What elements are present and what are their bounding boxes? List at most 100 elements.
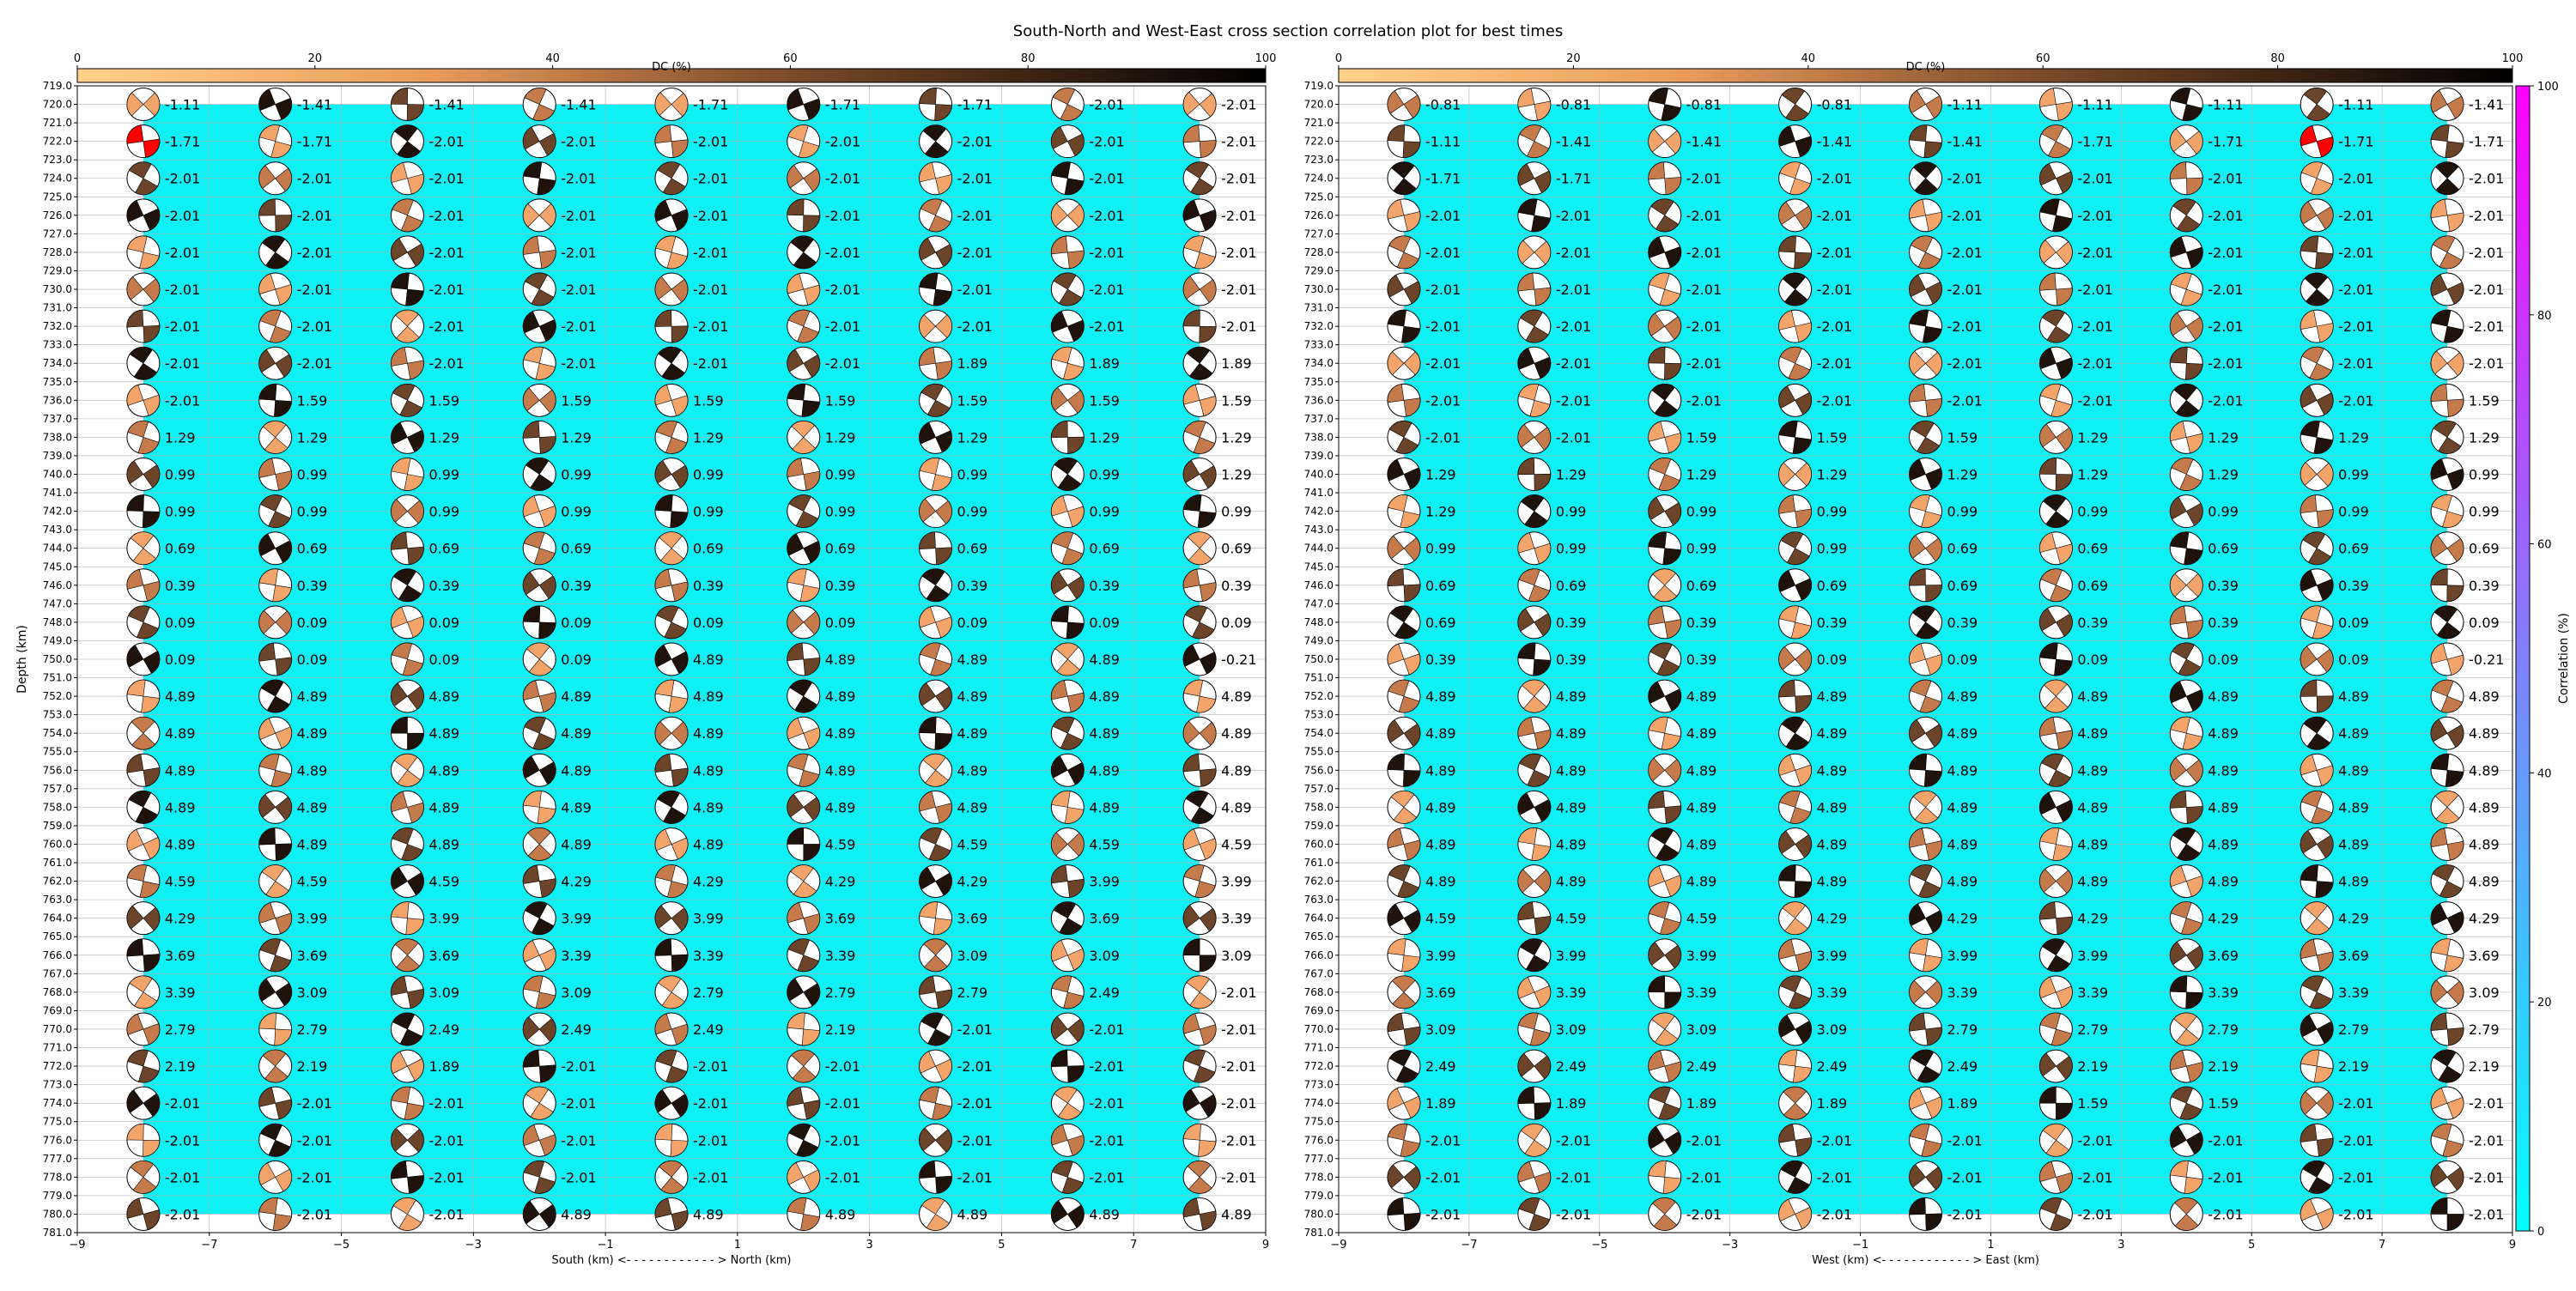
beachball [2300, 161, 2334, 196]
beachball-label: -2.01 [1425, 1169, 1461, 1185]
beachball-label: 1.59 [297, 392, 328, 409]
beachball [1909, 716, 1942, 750]
beachball [522, 1012, 556, 1046]
beachball-label: -1.41 [1686, 134, 1722, 150]
x-tick-label: −5 [333, 1239, 349, 1252]
beachball-label: 0.09 [428, 615, 459, 631]
beachball [1182, 309, 1217, 343]
beachball-label: 0.39 [1817, 615, 1848, 631]
beachball-label: 1.29 [1221, 429, 1252, 445]
beachball [390, 605, 424, 639]
beachball-label: -2.01 [1556, 392, 1591, 409]
beachball-label: 0.99 [165, 467, 196, 483]
beachball [1909, 938, 1942, 973]
beachball [2038, 272, 2073, 306]
beachball-label: 4.89 [1947, 799, 1978, 815]
beachball-label: 3.39 [1556, 985, 1587, 1001]
beachball [2300, 605, 2334, 639]
beachball-label: 3.99 [693, 911, 724, 927]
beachball-label: -2.01 [1947, 282, 1983, 298]
beachball-label: 4.89 [1089, 725, 1120, 742]
beachball-label: -1.11 [1425, 134, 1461, 150]
beachball-label: -2.01 [1817, 1206, 1852, 1222]
beachball [2169, 235, 2203, 270]
beachball-label: -2.01 [2077, 392, 2112, 409]
beachball-label: -2.01 [2208, 318, 2243, 335]
beachball-label: 4.89 [561, 762, 592, 779]
beachball [390, 309, 424, 343]
beachball-quadrant [1199, 1210, 1217, 1231]
beachball-quadrant [126, 938, 144, 957]
y-tick-label: 747.0 [1304, 597, 1334, 609]
beachball [1387, 124, 1421, 159]
beachball-label: -1.71 [297, 134, 332, 150]
y-tick-label: 739.0 [43, 450, 72, 462]
beachball-label: -2.01 [297, 1095, 332, 1112]
y-tick-label: 728.0 [43, 246, 72, 258]
beachball-label: -2.01 [1817, 245, 1852, 261]
beachball-label: 3.09 [1817, 1021, 1848, 1038]
beachball [654, 1123, 689, 1157]
beachball [2430, 198, 2464, 233]
beachball-quadrant [2446, 1214, 2464, 1231]
beachball-label: 0.99 [693, 504, 724, 520]
y-tick-label: 743.0 [1304, 524, 1334, 536]
beachball [126, 864, 161, 899]
beachball [1648, 1197, 1682, 1231]
beachball-label: -2.01 [1089, 97, 1124, 113]
y-tick-label: 758.0 [43, 801, 72, 813]
beachball [390, 1049, 424, 1083]
beachball-label: -2.01 [1089, 1132, 1124, 1149]
beachball-label: 4.89 [2208, 799, 2239, 815]
beachball-label: 0.09 [957, 615, 988, 631]
beachball-label: 4.89 [1817, 688, 1848, 705]
beachball [2169, 346, 2203, 380]
beachball-label: -2.01 [2469, 171, 2504, 187]
beachball-label: 2.19 [165, 1058, 196, 1075]
beachball [390, 975, 424, 1009]
x-tick-label: 7 [1130, 1239, 1137, 1252]
beachball [1648, 1160, 1682, 1194]
beachball [390, 790, 424, 824]
beachball [1517, 1160, 1552, 1194]
y-tick-label: 761.0 [43, 857, 72, 869]
beachball-label: -2.01 [165, 1095, 200, 1112]
beachball [1182, 1049, 1217, 1083]
beachball-label: -2.01 [561, 208, 596, 224]
beachball-label: 2.49 [1089, 985, 1120, 1001]
beachball [1050, 716, 1084, 750]
beachball [1387, 901, 1421, 936]
beachball [258, 975, 293, 1009]
beachball-label: 0.99 [297, 504, 328, 520]
beachball [1648, 716, 1682, 750]
beachball-label: 2.49 [1425, 1058, 1456, 1075]
y-tick-label: 722.0 [43, 136, 72, 148]
beachball-label: 4.89 [1221, 762, 1252, 779]
beachball [390, 1123, 424, 1157]
x-tick-label: −3 [1722, 1239, 1738, 1252]
x-tick-label: 5 [2248, 1239, 2255, 1252]
beachball-label: -2.01 [561, 1058, 596, 1075]
beachball-label: 0.09 [1817, 652, 1848, 668]
beachball [1050, 1123, 1084, 1157]
beachball [1182, 1197, 1217, 1231]
beachball [522, 309, 556, 343]
y-tick-label: 748.0 [1304, 616, 1334, 628]
beachball [1182, 1123, 1217, 1157]
beachball [390, 642, 424, 676]
beachball-label: -2.01 [1947, 1206, 1983, 1222]
beachball-label: -1.41 [1556, 134, 1591, 150]
beachball [919, 1049, 953, 1083]
beachball [1050, 938, 1084, 973]
beachball [2038, 420, 2073, 454]
beachball [258, 346, 293, 380]
beachball [1648, 901, 1682, 936]
beachball [1050, 827, 1084, 861]
beachball [654, 420, 689, 454]
y-tick-label: 745.0 [43, 561, 72, 573]
beachball-label: -2.01 [165, 245, 200, 261]
beachball [1909, 309, 1942, 343]
x-tick-label: 3 [2117, 1239, 2124, 1252]
beachball-label: 4.89 [1686, 762, 1717, 779]
beachball [258, 383, 293, 417]
